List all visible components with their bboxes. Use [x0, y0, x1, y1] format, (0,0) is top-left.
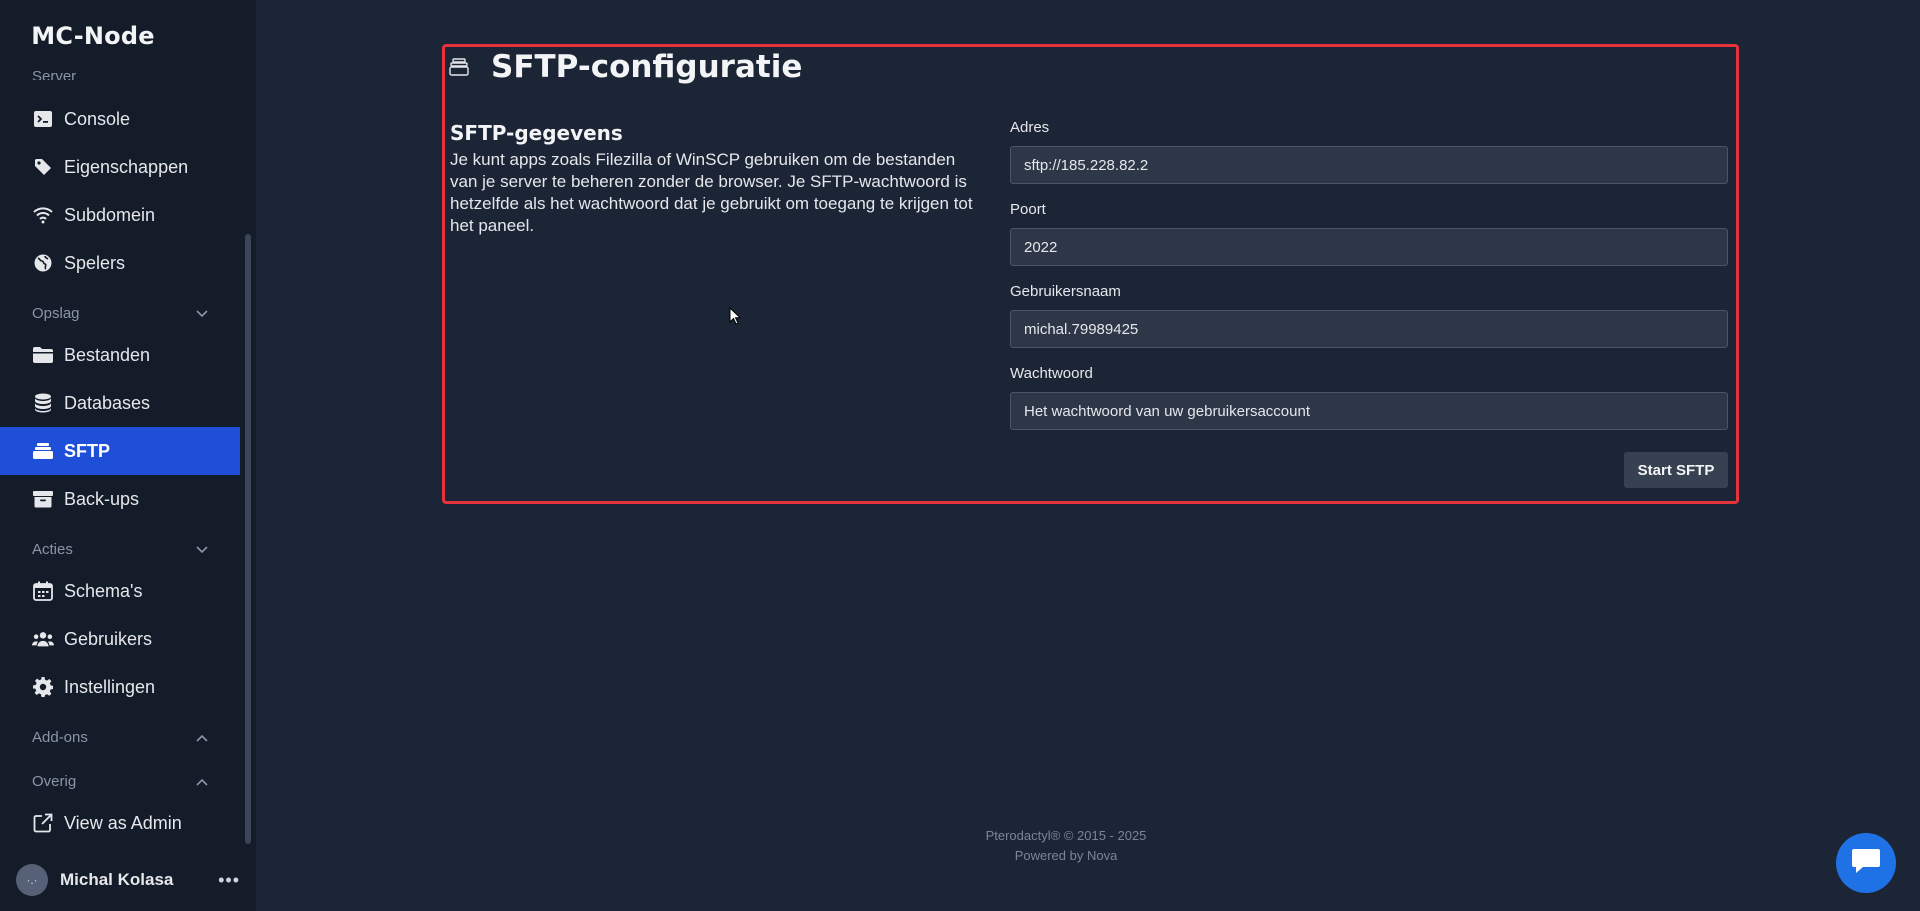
- address-field[interactable]: [1010, 146, 1728, 184]
- sidebar-item-databases[interactable]: Databases: [0, 379, 240, 427]
- folder-icon: [32, 344, 54, 366]
- section-label: Overig: [32, 772, 77, 790]
- sidebar-item-label: Subdomein: [64, 204, 156, 225]
- password-label: Wachtwoord: [1010, 365, 1093, 382]
- sidebar-item-sftp[interactable]: SFTP: [0, 427, 240, 475]
- sidebar-item-schemas[interactable]: Schema's: [0, 567, 240, 615]
- sidebar-item-label: Bestanden: [64, 344, 151, 365]
- section-overig[interactable]: Overig: [32, 770, 208, 792]
- chevron-up-icon: [196, 729, 208, 746]
- sidebar-item-label: Schema's: [64, 580, 143, 601]
- username-field[interactable]: [1010, 310, 1728, 348]
- page-title: SFTP-configuratie: [491, 49, 803, 85]
- user-menu[interactable]: ·.· Michal Kolasa •••: [16, 862, 240, 898]
- username-label: Gebruikersnaam: [1010, 283, 1121, 300]
- chat-button[interactable]: [1836, 833, 1896, 893]
- sidebar-item-subdomein[interactable]: Subdomein: [0, 191, 240, 239]
- sidebar-item-gebruikers[interactable]: Gebruikers: [0, 615, 240, 663]
- sidebar-item-label: Eigenschappen: [64, 156, 189, 177]
- section-addons[interactable]: Add-ons: [32, 726, 208, 748]
- avatar: ·.·: [16, 864, 48, 896]
- sidebar-item-label: SFTP: [64, 440, 111, 461]
- sidebar-item-label: Back-ups: [64, 488, 140, 509]
- sidebar-item-back-ups[interactable]: Back-ups: [0, 475, 240, 523]
- sftp-icon: [32, 440, 54, 462]
- section-acties[interactable]: Acties: [32, 538, 208, 560]
- sidebar-item-label: Instellingen: [64, 676, 156, 697]
- chat-icon: [1851, 847, 1881, 880]
- info-text: Je kunt apps zoals Filezilla of WinSCP g…: [450, 150, 973, 235]
- more-options-icon[interactable]: •••: [218, 870, 240, 891]
- sidebar-item-console[interactable]: Console: [0, 95, 240, 143]
- footer-copyright: Pterodactyl® © 2015 - 2025: [985, 828, 1147, 843]
- info-title: SFTP-gegevens: [450, 121, 623, 145]
- terminal-icon: [32, 108, 54, 130]
- section-server-label: Server: [32, 68, 77, 80]
- sidebar-item-label: Console: [64, 108, 131, 129]
- password-field[interactable]: [1010, 392, 1728, 430]
- sftp-config-card: SFTP-configuratie SFTP-gegevens Je kunt …: [442, 44, 1739, 504]
- sidebar-item-instellingen[interactable]: Instellingen: [0, 663, 240, 711]
- wifi-icon: [32, 204, 54, 226]
- port-field[interactable]: [1010, 228, 1728, 266]
- sidebar-scrollbar[interactable]: [245, 234, 251, 844]
- section-label: Add-ons: [32, 728, 88, 746]
- chevron-down-icon: [196, 305, 208, 322]
- chevron-up-icon: [196, 773, 208, 790]
- users-icon: [32, 628, 54, 650]
- section-opslag[interactable]: Opslag: [32, 302, 208, 324]
- sftp-icon: [449, 55, 473, 79]
- sidebar-item-bestanden[interactable]: Bestanden: [0, 331, 240, 379]
- sidebar-item-label: Databases: [64, 392, 151, 413]
- gear-icon: [32, 676, 54, 698]
- calendar-icon: [32, 580, 54, 602]
- sidebar-item-view-as-admin[interactable]: View as Admin: [0, 799, 240, 847]
- page-header: SFTP-configuratie: [449, 47, 802, 87]
- sidebar-item-label: View as Admin: [64, 812, 182, 833]
- tag-icon: [32, 156, 54, 178]
- section-label: Opslag: [32, 304, 80, 322]
- globe-icon: [32, 252, 54, 274]
- chevron-down-icon: [196, 541, 208, 558]
- port-label: Poort: [1010, 201, 1046, 218]
- sidebar-item-label: Gebruikers: [64, 628, 153, 649]
- sidebar: MC-Node Server Console Eigenschappen Sub…: [0, 0, 256, 911]
- sidebar-item-spelers[interactable]: Spelers: [0, 239, 240, 287]
- start-sftp-button[interactable]: Start SFTP: [1624, 452, 1728, 488]
- footer: Pterodactyl® © 2015 - 2025 Powered by No…: [906, 826, 1226, 866]
- brand-logo[interactable]: MC-Node: [0, 22, 186, 50]
- mouse-cursor-icon: [729, 306, 742, 330]
- external-link-icon: [32, 812, 54, 834]
- archive-icon: [32, 488, 54, 510]
- sidebar-item-eigenschappen[interactable]: Eigenschappen: [0, 143, 240, 191]
- address-label: Adres: [1010, 119, 1050, 136]
- section-label: Acties: [32, 540, 73, 558]
- user-name: Michal Kolasa: [60, 870, 174, 889]
- footer-powered-by[interactable]: Powered by Nova: [906, 846, 1226, 866]
- sidebar-item-label: Spelers: [64, 252, 126, 273]
- database-icon: [32, 392, 54, 414]
